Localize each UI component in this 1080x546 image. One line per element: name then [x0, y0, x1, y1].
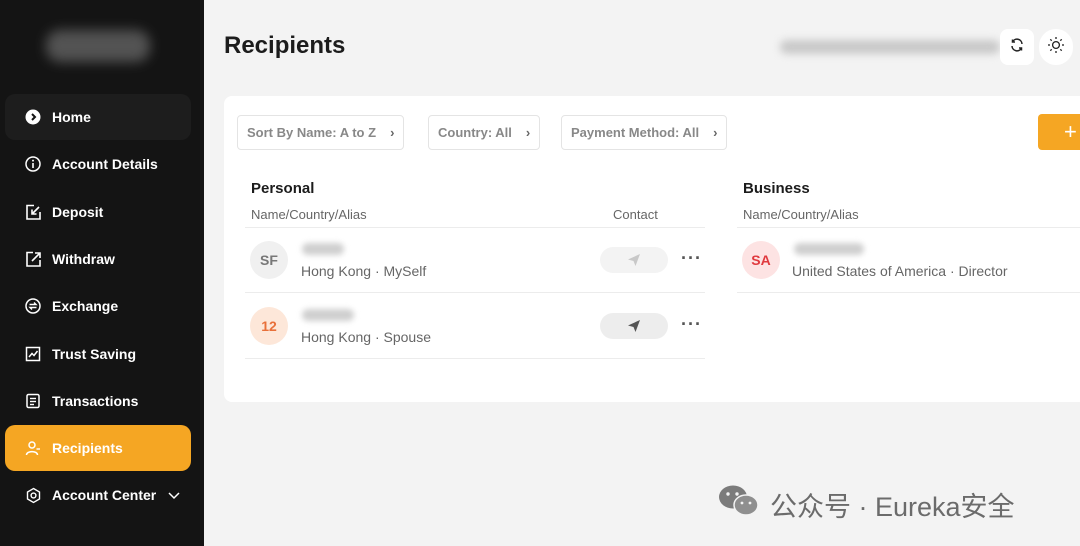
more-options-icon[interactable]: ··· [681, 248, 702, 269]
watermark-text: 公众号 · Eureka安全 [770, 492, 1015, 522]
exchange-icon [24, 297, 42, 315]
sidebar-item-home[interactable]: Home [5, 94, 191, 140]
redacted-name [302, 243, 344, 255]
redacted-name [794, 243, 864, 255]
sidebar-item-label: Account Center [52, 487, 157, 503]
transactions-icon [24, 392, 42, 410]
sidebar-item-deposit[interactable]: Deposit [5, 189, 191, 235]
avatar: SF [250, 241, 288, 279]
info-icon [24, 155, 42, 173]
payment-method-filter[interactable]: Payment Method: All › [561, 115, 728, 150]
country-filter[interactable]: Country: All › [428, 115, 541, 150]
watermark: 公众号 · Eureka安全 [718, 484, 1015, 525]
sidebar-item-label: Transactions [52, 393, 139, 409]
sidebar-item-trust-saving[interactable]: Trust Saving [5, 331, 191, 377]
page-title: Recipients [224, 32, 346, 59]
personal-name-header: Name/Country/Alias [251, 207, 367, 222]
deposit-icon [24, 203, 42, 221]
chevron-right-icon: › [390, 125, 395, 140]
add-recipient-button[interactable]: + [1038, 114, 1080, 150]
divider [245, 358, 705, 359]
recipient-detail: United States of America · Director [792, 263, 1008, 279]
sort-filter-label: Sort By Name: A to Z [247, 125, 377, 140]
recipients-icon [24, 439, 42, 457]
avatar: SA [742, 241, 780, 279]
divider [245, 227, 705, 228]
sidebar-item-label: Deposit [52, 204, 104, 220]
business-name-header: Name/Country/Alias [743, 207, 859, 222]
recipient-detail: Hong Kong · Spouse [301, 329, 431, 345]
personal-contact-header: Contact [613, 207, 658, 222]
redacted-user-info [780, 40, 1000, 54]
send-button[interactable] [600, 313, 668, 339]
add-icon: + [1064, 119, 1077, 144]
business-section-title: Business [743, 180, 810, 197]
chevron-right-icon: › [713, 125, 718, 140]
sort-filter[interactable]: Sort By Name: A to Z › [237, 115, 405, 150]
sidebar-item-account-details[interactable]: Account Details [5, 141, 191, 187]
wechat-icon [718, 484, 760, 525]
send-icon [628, 320, 640, 332]
sidebar-item-exchange[interactable]: Exchange [5, 283, 191, 329]
sidebar-item-withdraw[interactable]: Withdraw [5, 236, 191, 282]
recipient-detail: Hong Kong · MySelf [301, 263, 427, 279]
personal-section-title: Personal [251, 180, 315, 197]
refresh-button[interactable] [1000, 29, 1034, 65]
payment-filter-label: Payment Method: All [571, 125, 700, 140]
account-center-icon [24, 486, 42, 504]
sidebar-item-account-center[interactable]: Account Center [5, 472, 191, 518]
sidebar-item-label: Trust Saving [52, 346, 137, 362]
redacted-name [302, 309, 354, 321]
sidebar: Home Account Details Deposit Withdraw Ex… [0, 0, 204, 546]
divider [737, 227, 1080, 228]
home-icon [24, 108, 42, 126]
sidebar-item-recipients[interactable]: Recipients [5, 425, 191, 471]
divider [245, 292, 705, 293]
sidebar-item-label: Account Details [52, 156, 158, 172]
sidebar-item-label: Exchange [52, 298, 119, 314]
theme-toggle-button[interactable] [1039, 29, 1073, 65]
brand-logo [46, 30, 150, 62]
sidebar-item-transactions[interactable]: Transactions [5, 378, 191, 424]
chevron-down-icon[interactable] [168, 487, 180, 503]
refresh-icon [1009, 37, 1025, 58]
country-filter-label: Country: All [438, 125, 512, 140]
withdraw-icon [24, 250, 42, 268]
sidebar-item-label: Withdraw [52, 251, 115, 267]
more-options-icon[interactable]: ··· [681, 314, 702, 335]
send-button[interactable] [600, 247, 668, 273]
chevron-right-icon: › [525, 125, 531, 140]
avatar: 12 [250, 307, 288, 345]
divider [737, 292, 1080, 293]
trust-saving-icon [24, 345, 42, 363]
sidebar-item-label: Recipients [52, 440, 123, 456]
send-icon [628, 254, 640, 266]
sun-icon [1047, 36, 1065, 59]
sidebar-item-label: Home [52, 109, 91, 125]
